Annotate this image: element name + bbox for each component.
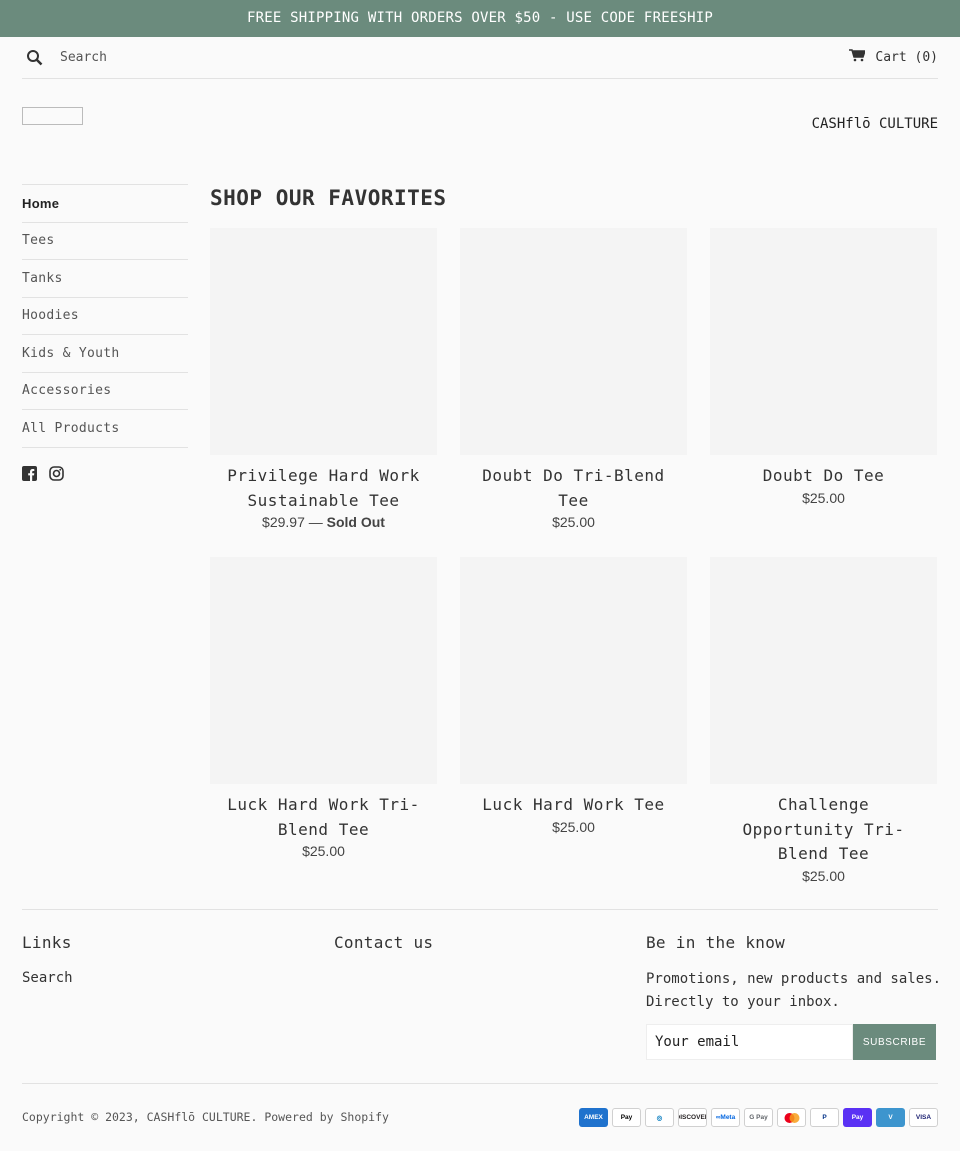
sidebar-item-tanks[interactable]: Tanks xyxy=(22,260,188,298)
sidebar-item-all-products[interactable]: All Products xyxy=(22,410,188,448)
product-card[interactable]: Doubt Do Tri-Blend Tee $25.00 xyxy=(460,228,687,530)
cart-label: Cart (0) xyxy=(875,50,938,65)
footer-link-search[interactable]: Search xyxy=(22,970,73,986)
footer-contact: Contact us xyxy=(334,933,433,952)
footer-newsletter: Be in the know Promotions, new products … xyxy=(646,933,946,1013)
sidebar-item-kids-youth[interactable]: Kids & Youth xyxy=(22,335,188,373)
diners-club-icon: ◎ xyxy=(645,1108,674,1127)
announcement-bar: FREE SHIPPING WITH ORDERS OVER $50 - USE… xyxy=(0,0,960,37)
product-title[interactable]: Luck Hard Work Tri-Blend Tee xyxy=(210,793,437,842)
amex-icon: AMEX xyxy=(579,1108,608,1127)
copyright-text: Copyright © 2023, CASHflō CULTURE. Power… xyxy=(22,1110,389,1124)
product-card[interactable]: Doubt Do Tee $25.00 xyxy=(710,228,937,506)
subscribe-button[interactable]: SUBSCRIBE xyxy=(853,1024,936,1060)
footer-divider xyxy=(22,909,938,910)
email-field[interactable] xyxy=(646,1024,853,1060)
product-price: $29.97 — Sold Out xyxy=(262,514,385,530)
newsletter-text: Promotions, new products and sales. Dire… xyxy=(646,971,942,1010)
product-image[interactable] xyxy=(210,557,437,784)
instagram-icon[interactable] xyxy=(49,466,64,481)
social-links xyxy=(22,466,64,481)
sidebar-item-hoodies[interactable]: Hoodies xyxy=(22,298,188,335)
venmo-icon: V xyxy=(876,1108,905,1127)
product-price: $25.00 xyxy=(552,514,595,530)
sidebar-item-tees[interactable]: Tees xyxy=(22,223,188,260)
paypal-icon: P xyxy=(810,1108,839,1127)
footer-links-heading: Links xyxy=(22,933,72,952)
product-price: $25.00 xyxy=(302,843,345,859)
product-card[interactable]: Challenge Opportunity Tri-Blend Tee $25.… xyxy=(710,557,937,884)
apple-pay-icon: Pay xyxy=(612,1108,641,1127)
product-title[interactable]: Challenge Opportunity Tri-Blend Tee xyxy=(710,793,937,867)
page-title: SHOP OUR FAVORITES xyxy=(210,186,447,210)
payment-icons: AMEXPay◎DISCOVER∞MetaG PayPPayVVISA xyxy=(579,1108,938,1127)
product-title[interactable]: Doubt Do Tri-Blend Tee xyxy=(460,464,687,513)
brand-name[interactable]: CASHflō CULTURE xyxy=(812,116,938,132)
mastercard-icon xyxy=(777,1108,806,1127)
product-image[interactable] xyxy=(710,557,937,784)
footer-contact-heading: Contact us xyxy=(334,933,434,952)
footer-divider-bottom xyxy=(22,1083,938,1084)
facebook-icon[interactable] xyxy=(22,466,37,481)
product-card[interactable]: Privilege Hard Work Sustainable Tee $29.… xyxy=(210,228,437,530)
cart-link[interactable]: Cart (0) xyxy=(849,49,938,66)
product-image[interactable] xyxy=(460,557,687,784)
sold-out-label: Sold Out xyxy=(326,514,385,530)
google-pay-icon: G Pay xyxy=(744,1108,773,1127)
discover-icon: DISCOVER xyxy=(678,1108,707,1127)
visa-icon: VISA xyxy=(909,1108,938,1127)
search-icon[interactable] xyxy=(26,49,44,67)
product-title[interactable]: Doubt Do Tee xyxy=(710,464,937,489)
product-price: $25.00 xyxy=(802,867,845,884)
price-value: $29.97 xyxy=(262,514,305,530)
meta-pay-icon: ∞Meta xyxy=(711,1108,740,1127)
product-image[interactable] xyxy=(210,228,437,455)
product-price: $25.00 xyxy=(802,489,845,506)
cart-icon xyxy=(849,49,867,66)
product-image[interactable] xyxy=(460,228,687,455)
sidebar-item-home[interactable]: Home xyxy=(22,185,188,223)
sidebar-nav: Home Tees Tanks Hoodies Kids & Youth Acc… xyxy=(22,184,188,448)
top-bar: Cart (0) xyxy=(22,37,938,79)
product-title[interactable]: Luck Hard Work Tee xyxy=(460,793,687,818)
product-image[interactable] xyxy=(710,228,937,455)
logo[interactable] xyxy=(22,107,83,125)
sidebar-item-accessories[interactable]: Accessories xyxy=(22,373,188,410)
product-card[interactable]: Luck Hard Work Tri-Blend Tee $25.00 xyxy=(210,557,437,859)
shop-pay-icon: Pay xyxy=(843,1108,872,1127)
product-title[interactable]: Privilege Hard Work Sustainable Tee xyxy=(210,464,437,513)
product-card[interactable]: Luck Hard Work Tee $25.00 xyxy=(460,557,687,835)
newsletter-heading: Be in the know xyxy=(646,933,786,952)
search-input[interactable] xyxy=(60,46,360,68)
footer-links: Links Search xyxy=(22,933,73,986)
product-price: $25.00 xyxy=(552,818,595,835)
